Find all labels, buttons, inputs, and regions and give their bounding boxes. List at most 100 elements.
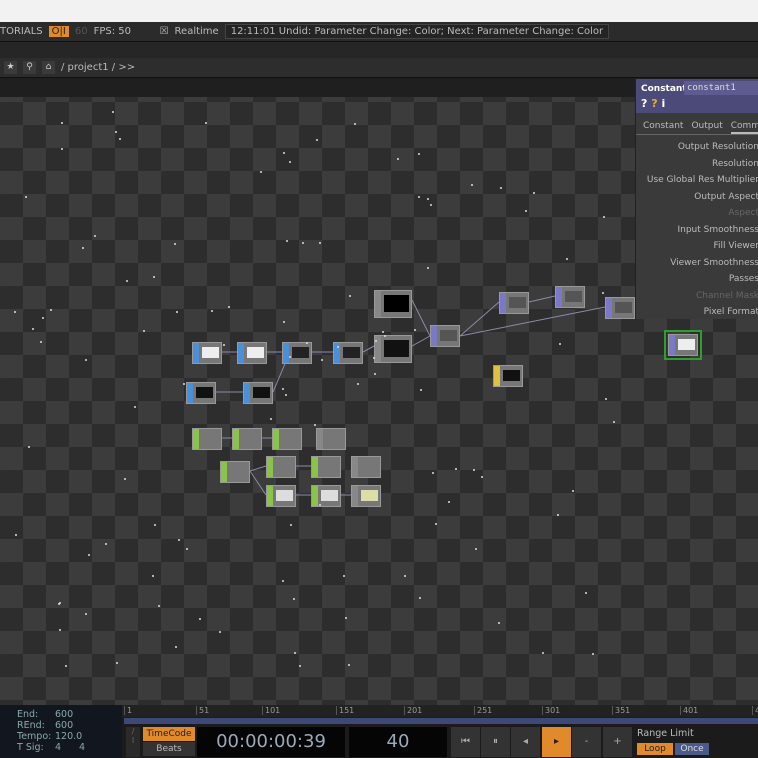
operator-node[interactable]	[664, 330, 702, 360]
node-viewer	[276, 461, 293, 472]
param-label: Pixel Format	[703, 307, 758, 317]
node-viewer	[321, 461, 338, 472]
node-family-tag	[187, 383, 193, 403]
star-icon[interactable]: ★	[4, 61, 17, 74]
ruler-tick: 151	[336, 706, 354, 715]
particle-speck	[604, 398, 607, 401]
tsig-a[interactable]: 4	[55, 742, 79, 753]
particle-speck	[565, 258, 568, 261]
node-family-tag	[352, 486, 358, 506]
help-icon[interactable]: ?	[641, 97, 647, 110]
rewind-button[interactable]: ⏮	[451, 727, 480, 757]
once-button[interactable]: Once	[675, 743, 709, 755]
operator-node[interactable]	[237, 342, 267, 364]
node-viewer	[292, 347, 309, 358]
timeline-toggle[interactable]: / I	[126, 727, 140, 757]
operator-node[interactable]	[351, 456, 381, 478]
particle-speck	[210, 310, 213, 313]
operator-node[interactable]	[192, 342, 222, 364]
node-viewer	[247, 347, 264, 358]
end-value[interactable]: 600	[55, 709, 73, 720]
menu-bar: TORIALS O|I 60 FPS: 50 ☒ Realtime 12:11:…	[0, 22, 758, 42]
operator-name-field[interactable]: constant1	[684, 81, 758, 95]
node-viewer	[503, 370, 520, 381]
node-family-tag	[669, 335, 675, 355]
loop-button[interactable]: Loop	[637, 743, 673, 755]
tab-output[interactable]: Output	[691, 121, 722, 134]
operator-node[interactable]	[232, 428, 262, 450]
search-network-icon[interactable]: ⚲	[23, 61, 36, 74]
operator-node[interactable]	[186, 382, 216, 404]
operator-node[interactable]	[220, 461, 250, 483]
node-family-tag	[556, 287, 562, 307]
network-path[interactable]: / project1 / >>	[61, 62, 135, 73]
operator-node[interactable]	[266, 456, 296, 478]
operator-node[interactable]	[266, 485, 296, 507]
tab-common[interactable]: Common	[730, 121, 758, 134]
tsig-b[interactable]: 4	[79, 742, 85, 753]
perf-monitor-button[interactable]: O|I	[48, 26, 69, 37]
node-family-tag	[352, 457, 358, 477]
node-family-tag	[193, 343, 199, 363]
tempo-value[interactable]: 120.0	[55, 731, 82, 742]
step-back-button[interactable]: ◂	[511, 727, 540, 757]
operator-node[interactable]	[499, 292, 529, 314]
ruler-tick: 301	[542, 706, 560, 715]
node-family-tag	[267, 486, 273, 506]
particle-speck	[470, 183, 473, 186]
operator-node[interactable]	[374, 335, 412, 363]
operator-node[interactable]	[311, 456, 341, 478]
node-viewer	[361, 490, 378, 501]
param-label: Resolution	[711, 158, 758, 169]
tutorials-menu[interactable]: TORIALS	[0, 26, 43, 37]
particle-speck	[532, 191, 535, 194]
python-help-icon[interactable]: ?	[651, 97, 657, 110]
range-limit-label: Range Limit	[637, 728, 694, 739]
node-viewer	[230, 466, 247, 477]
particle-speck	[15, 533, 18, 536]
minus-button[interactable]: -	[572, 727, 601, 757]
tab-constant[interactable]: Constant	[643, 121, 683, 134]
time-ruler[interactable]: 15110115120125130135140145	[122, 705, 758, 717]
particle-speck	[318, 503, 321, 506]
plus-button[interactable]: +	[603, 727, 632, 757]
timecode-button[interactable]: TimeCode	[143, 727, 195, 741]
wire	[411, 335, 431, 347]
operator-node[interactable]	[282, 342, 312, 364]
operator-node[interactable]	[374, 290, 412, 318]
beats-button[interactable]: Beats	[143, 742, 195, 756]
wire	[362, 345, 375, 353]
operator-node[interactable]	[192, 428, 222, 450]
timecode-display[interactable]: 00:00:00:39	[197, 727, 345, 757]
operator-node[interactable]	[493, 365, 523, 387]
fps-cap[interactable]: 60	[75, 26, 88, 37]
wire	[528, 295, 556, 303]
frame-display[interactable]: 40	[349, 727, 447, 757]
node-family-tag	[494, 366, 500, 386]
realtime-checkbox[interactable]: ☒	[160, 26, 169, 37]
node-viewer	[202, 347, 219, 358]
range-bar[interactable]	[124, 718, 758, 724]
param-label: Use Global Res Multiplier	[646, 175, 758, 185]
operator-node[interactable]	[351, 485, 381, 507]
rend-value[interactable]: 600	[55, 720, 73, 731]
particle-speck	[42, 316, 45, 319]
operator-node[interactable]	[243, 382, 273, 404]
operator-node[interactable]	[272, 428, 302, 450]
particle-speck	[289, 523, 292, 526]
particle-speck	[571, 489, 574, 492]
operator-node[interactable]	[311, 485, 341, 507]
pane-bar	[0, 42, 758, 58]
param-label: Aspect	[728, 208, 758, 218]
node-viewer	[384, 295, 409, 312]
operator-node[interactable]	[555, 286, 585, 308]
info-icon[interactable]: i	[661, 97, 665, 110]
play-button[interactable]: ▸	[542, 727, 571, 757]
operator-node[interactable]	[316, 428, 346, 450]
operator-type: Constant	[641, 84, 687, 94]
node-family-tag	[312, 486, 318, 506]
panel-header: Constant constant1 ? ? i	[636, 79, 758, 113]
operator-node[interactable]	[430, 325, 460, 347]
home-icon[interactable]: ⌂	[42, 61, 55, 74]
pause-button[interactable]: ⏸	[481, 727, 510, 757]
